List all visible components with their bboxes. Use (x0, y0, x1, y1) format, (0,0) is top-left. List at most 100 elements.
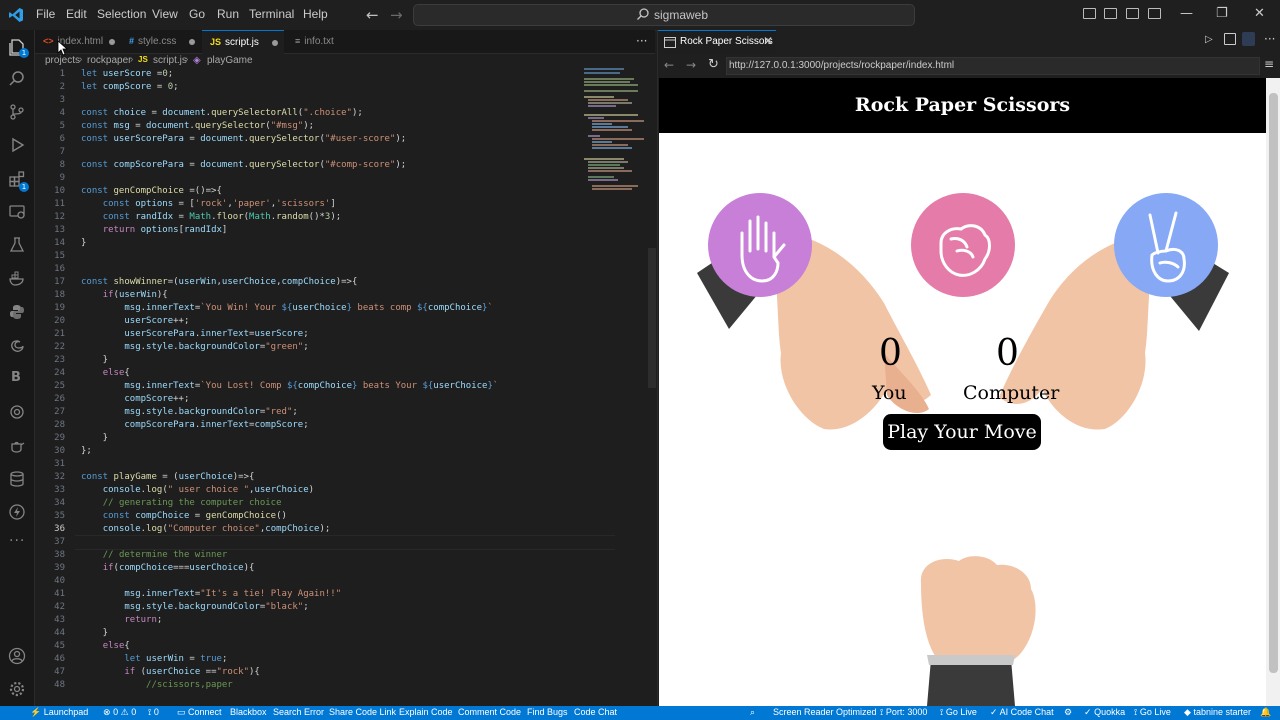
menu-icon[interactable]: ≡ (1264, 57, 1274, 71)
code-line: const userScorePara = document.querySele… (81, 134, 407, 144)
connect-item[interactable]: ▭ Connect (177, 707, 222, 718)
connect-label: Connect (188, 707, 222, 717)
close-window-icon[interactable]: ✕ (1254, 6, 1265, 21)
go-live-item[interactable]: ⟟ Go Live (940, 707, 977, 718)
blackbox-icon[interactable]: B (11, 370, 21, 385)
reload-icon[interactable]: ↻ (708, 57, 719, 72)
tab-info-txt[interactable]: ≡ info.txt (285, 30, 365, 53)
toggle-panel-icon[interactable] (1104, 8, 1117, 19)
toggle-secondary-sidebar-icon[interactable] (1126, 8, 1139, 19)
tab-preview[interactable]: Rock Paper Scissors ✕ (658, 30, 776, 54)
blackbox-item[interactable]: Blackbox (230, 707, 267, 717)
line-number: 9 (59, 173, 65, 183)
web-scrollbar[interactable] (1266, 78, 1280, 706)
toggle-sidebar-icon[interactable] (1083, 8, 1096, 19)
code-editor[interactable]: 1 2 3 4 5 6 7 8 9 10 11 12 13 14 15 16 17 18 19 20 21 22 23 24 2… (35, 68, 655, 706)
tab-script-js[interactable]: JS script.js (202, 30, 284, 54)
find-bugs-item[interactable]: Find Bugs (527, 707, 568, 717)
close-icon[interactable]: ✕ (763, 34, 773, 48)
arrow-right-icon[interactable]: → (686, 58, 696, 72)
gear-icon[interactable] (8, 680, 26, 698)
account-icon[interactable] (8, 647, 26, 665)
edge-devtools-icon[interactable] (8, 336, 26, 354)
notifications-icon[interactable]: 🔔 (1260, 707, 1271, 718)
choice-paper[interactable] (708, 193, 812, 297)
menu-run[interactable]: Run (217, 7, 239, 21)
play-icon[interactable]: ▷ (1205, 34, 1213, 45)
code-line: const genCompChoice =()=>{ (81, 186, 222, 196)
source-control-icon[interactable] (8, 103, 26, 121)
choice-scissors[interactable] (1114, 193, 1218, 297)
openai-icon[interactable] (8, 403, 26, 421)
ai-code-chat-item[interactable]: ✓ AI Code Chat (990, 707, 1054, 718)
breadcrumb-item[interactable]: projects (45, 55, 80, 66)
editor-scroll-thumb[interactable] (648, 248, 656, 388)
testing-icon[interactable] (8, 236, 26, 254)
comment-code-item[interactable]: Comment Code (458, 707, 521, 717)
search-icon[interactable] (8, 70, 26, 88)
maximize-icon[interactable]: ❐ (1216, 6, 1228, 21)
run-debug-icon[interactable] (8, 136, 26, 154)
lock-icon[interactable] (1242, 32, 1255, 46)
minimap[interactable] (582, 68, 646, 706)
unsaved-dot-icon[interactable] (109, 39, 115, 45)
ports-item[interactable]: ⟟ 0 (148, 707, 159, 718)
menu-help[interactable]: Help (303, 7, 328, 21)
teapot-icon[interactable] (8, 436, 26, 454)
menu-edit[interactable]: Edit (66, 7, 87, 21)
explain-code-item[interactable]: Explain Code (399, 707, 453, 717)
tab-label: script.js (225, 37, 259, 48)
go-live-2-item[interactable]: ⟟ Go Live (1134, 707, 1171, 718)
menu-go[interactable]: Go (189, 7, 205, 21)
unsaved-dot-icon[interactable] (272, 40, 278, 46)
launchpad-item[interactable]: ⚡ Launchpad (30, 707, 88, 718)
more-actions-icon[interactable]: ··· (1264, 32, 1275, 46)
breadcrumb-item[interactable]: rockpaper (87, 55, 131, 66)
code-line: let userWin = true; (124, 654, 228, 664)
docker-icon[interactable] (8, 270, 26, 288)
customize-layout-icon[interactable] (1148, 8, 1161, 19)
lightning-icon[interactable] (8, 503, 26, 521)
unsaved-dot-icon[interactable] (189, 39, 195, 45)
command-center[interactable]: sigmaweb (413, 4, 915, 26)
arrow-right-icon[interactable]: → (390, 6, 403, 24)
port-item[interactable]: ⟟ Port: 3000 (880, 707, 927, 718)
web-scroll-thumb[interactable] (1269, 93, 1278, 673)
split-editor-icon[interactable] (1224, 33, 1236, 45)
editor-scrollbar[interactable] (648, 68, 656, 706)
share-code-link-item[interactable]: Share Code Link (329, 707, 396, 717)
menu-view[interactable]: View (152, 7, 178, 21)
settings-sync-icon[interactable]: ⚙ (1064, 707, 1072, 718)
breadcrumb-item[interactable]: script.js (153, 55, 187, 66)
minimize-icon[interactable]: — (1180, 6, 1193, 21)
menu-file[interactable]: File (36, 7, 55, 21)
choice-rock[interactable] (911, 193, 1015, 297)
web-page: Rock Paper Scissors 0 0 You Computer Pla… (659, 78, 1266, 706)
line-number: 36 (54, 524, 65, 534)
tabnine-item[interactable]: ◆ tabnine starter (1184, 707, 1251, 718)
url-input[interactable]: http://127.0.0.1:3000/projects/rockpaper… (726, 57, 1260, 75)
arrow-left-icon[interactable]: ← (366, 6, 379, 24)
breadcrumb-item[interactable]: playGame (207, 55, 253, 66)
code-line: msg.innerText=`You Lost! Comp ${compChoi… (124, 381, 499, 391)
remote-explorer-icon[interactable] (8, 203, 26, 221)
database-icon[interactable] (8, 470, 26, 488)
go-live-label: Go Live (945, 707, 977, 717)
screen-reader-item[interactable]: Screen Reader Optimized (773, 707, 877, 717)
more-actions-icon[interactable]: ··· (636, 34, 647, 48)
code-chat-item[interactable]: Code Chat (574, 707, 617, 717)
python-icon[interactable] (8, 303, 26, 321)
menu-selection[interactable]: Selection (97, 7, 146, 21)
more-views-icon[interactable]: ··· (9, 533, 25, 549)
zoom-icon[interactable]: ⌕ (750, 707, 755, 718)
arrow-left-icon[interactable]: ← (664, 58, 674, 72)
search-error-item[interactable]: Search Error (273, 707, 324, 717)
problems-item[interactable]: ⊗ 0 ⚠ 0 (103, 707, 136, 718)
menu-terminal[interactable]: Terminal (249, 7, 294, 21)
tab-label: style.css (138, 36, 177, 47)
quokka-item[interactable]: ✓ Quokka (1084, 707, 1125, 718)
tab-index-html[interactable]: <> index.html (35, 30, 120, 53)
tab-style-css[interactable]: # style.css (121, 30, 201, 53)
line-number: 4 (59, 108, 65, 118)
code-line: const compChoice = genCompChoice() (102, 511, 287, 521)
